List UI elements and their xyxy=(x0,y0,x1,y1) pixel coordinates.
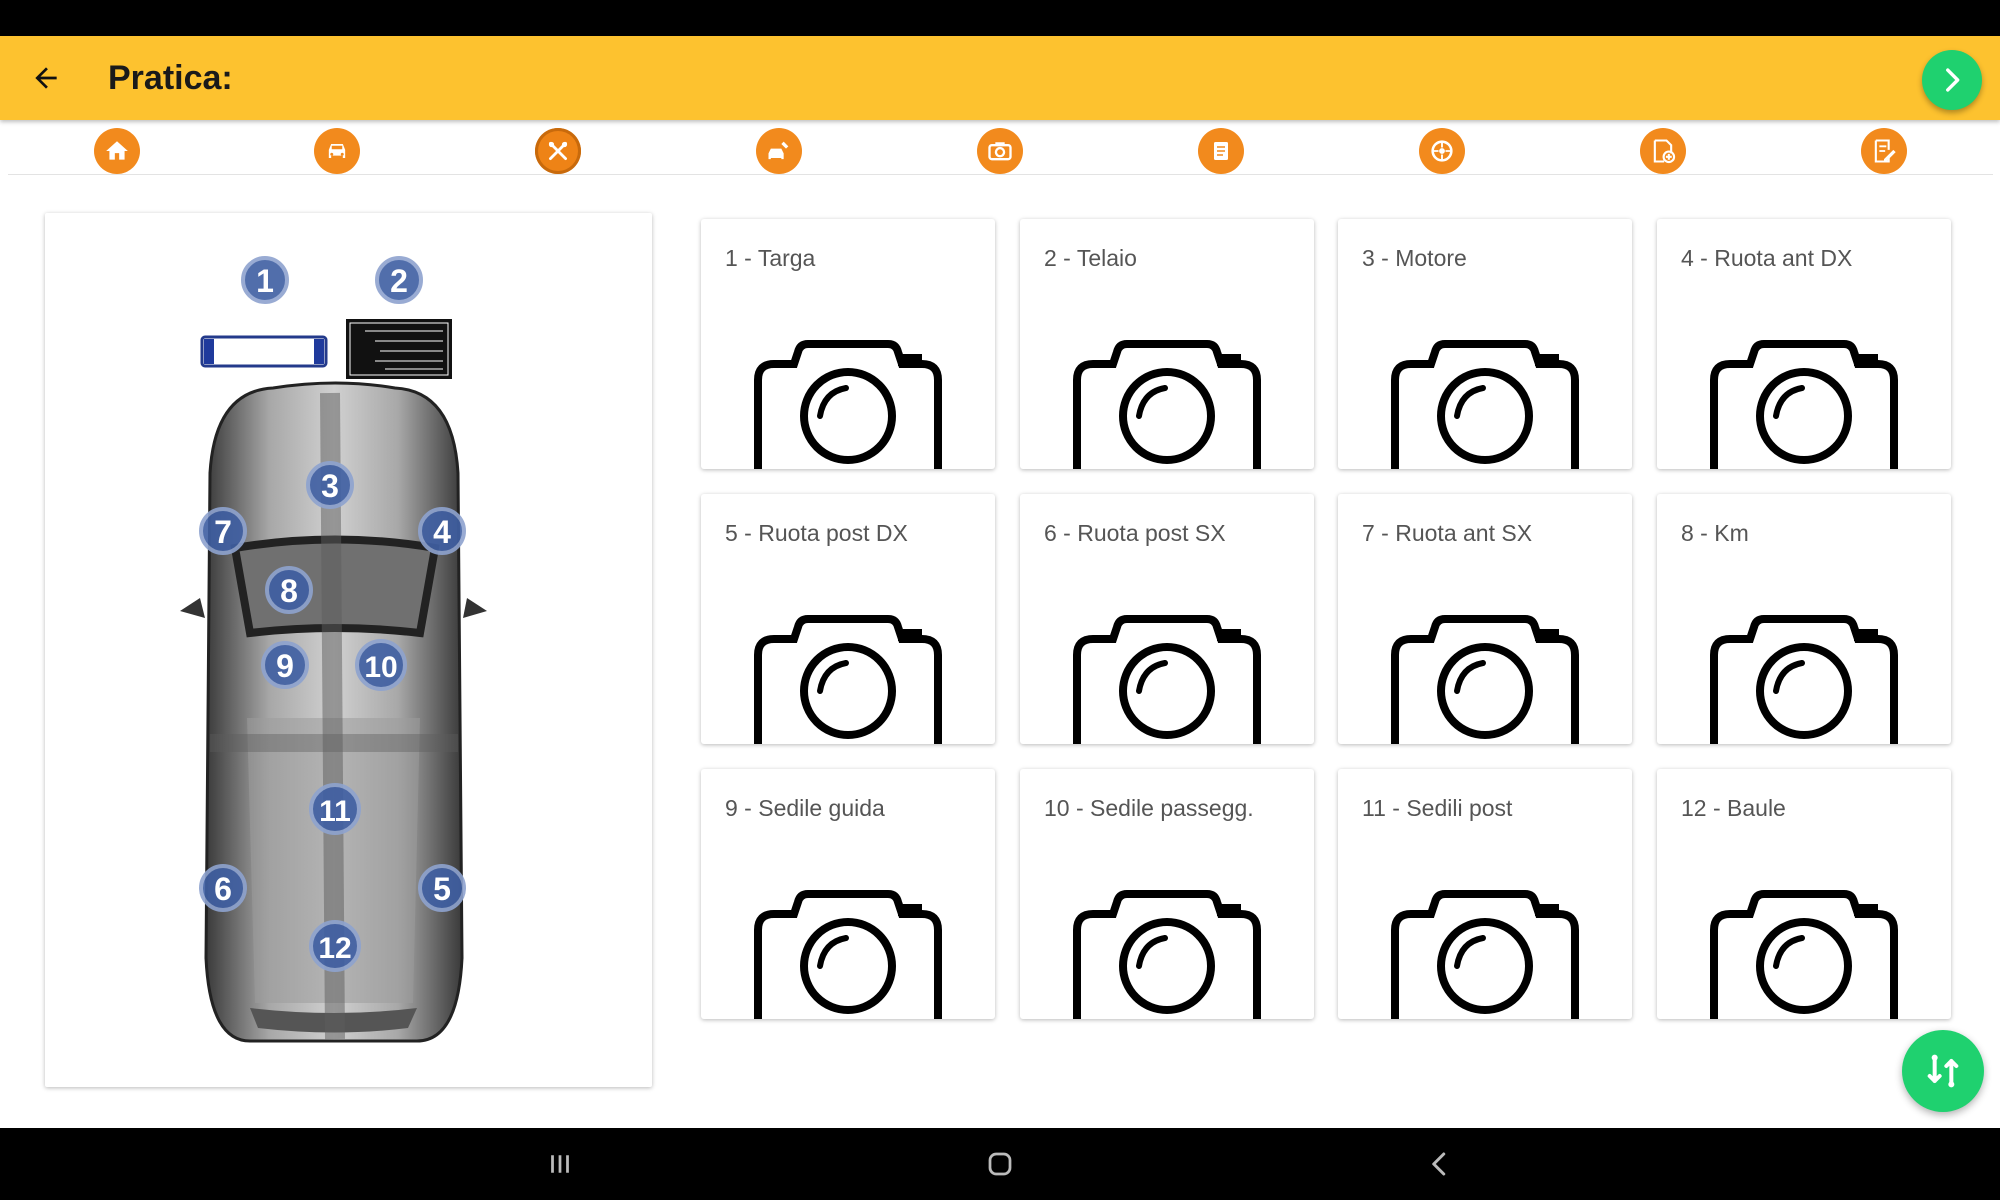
camera-icon xyxy=(1391,615,1579,744)
marker-11[interactable]: 11 xyxy=(309,783,361,835)
marker-7[interactable]: 7 xyxy=(199,507,247,555)
marker-2[interactable]: 2 xyxy=(375,256,423,304)
photo-card-sedile-passegg[interactable]: 10 - Sedile passegg. xyxy=(1020,769,1314,1019)
arrow-left-icon xyxy=(35,67,57,89)
photo-card-ruota-ant-dx[interactable]: 4 - Ruota ant DX xyxy=(1657,219,1951,469)
document-add-icon xyxy=(1653,139,1676,164)
nav-wheel[interactable] xyxy=(1419,128,1465,174)
camera-icon xyxy=(1073,615,1261,744)
marker-label: 8 xyxy=(280,573,298,609)
marker-1[interactable]: 1 xyxy=(241,256,289,304)
page-title: Pratica: xyxy=(108,59,233,97)
card-label: 2 - Telaio xyxy=(1044,245,1137,271)
marker-9[interactable]: 9 xyxy=(261,641,309,689)
card-label: 12 - Baule xyxy=(1681,795,1786,821)
marker-label: 12 xyxy=(318,932,351,965)
nav-vehicle[interactable] xyxy=(314,128,360,174)
camera-icon xyxy=(754,890,942,1019)
system-nav-bar xyxy=(0,1128,2000,1200)
system-back-icon xyxy=(1432,1152,1446,1176)
document-icon xyxy=(1214,142,1228,160)
card-label: 8 - Km xyxy=(1681,520,1749,546)
chevron-right-icon xyxy=(1946,68,1960,92)
recent-apps-icon xyxy=(551,1155,569,1173)
nav-home[interactable] xyxy=(94,128,140,174)
recent-apps-button[interactable] xyxy=(530,1142,590,1186)
nav-camera[interactable] xyxy=(977,128,1023,174)
marker-label: 6 xyxy=(214,871,232,907)
photo-card-km[interactable]: 8 - Km xyxy=(1657,494,1951,744)
photo-card-targa[interactable]: 1 - Targa xyxy=(701,219,995,469)
marker-label: 3 xyxy=(321,468,339,504)
marker-4[interactable]: 4 xyxy=(418,507,466,555)
camera-icon xyxy=(754,340,942,469)
photo-card-telaio[interactable]: 2 - Telaio xyxy=(1020,219,1314,469)
camera-icon xyxy=(1073,340,1261,469)
card-label: 4 - Ruota ant DX xyxy=(1681,245,1853,271)
camera-icon xyxy=(1391,890,1579,1019)
marker-label: 1 xyxy=(256,263,274,299)
marker-label: 2 xyxy=(390,263,408,299)
nav-car-service[interactable] xyxy=(756,128,802,174)
section-icon-bar xyxy=(8,120,1993,175)
vehicle-diagram: 1 2 3 4 5 6 7 8 9 10 11 12 xyxy=(180,256,487,1043)
photo-card-ruota-post-dx[interactable]: 5 - Ruota post DX xyxy=(701,494,995,744)
marker-6[interactable]: 6 xyxy=(199,864,247,912)
camera-icon xyxy=(754,615,942,744)
card-label: 10 - Sedile passegg. xyxy=(1044,795,1254,821)
nav-document-edit[interactable] xyxy=(1861,128,1907,174)
back-button[interactable] xyxy=(22,54,70,102)
marker-5[interactable]: 5 xyxy=(418,864,466,912)
document-edit-icon xyxy=(1874,139,1896,163)
nav-tools[interactable] xyxy=(535,128,581,174)
vehicle-diagram-panel: 1 2 3 4 5 6 7 8 9 10 11 12 xyxy=(45,213,652,1087)
marker-label: 5 xyxy=(433,871,451,907)
photo-card-sedile-guida[interactable]: 9 - Sedile guida xyxy=(701,769,995,1019)
photo-card-ruota-post-sx[interactable]: 6 - Ruota post SX xyxy=(1020,494,1314,744)
marker-10[interactable]: 10 xyxy=(355,639,407,691)
camera-icon xyxy=(1073,890,1261,1019)
card-label: 3 - Motore xyxy=(1362,245,1467,271)
card-label: 1 - Targa xyxy=(725,245,816,271)
back-system-button[interactable] xyxy=(1410,1142,1470,1186)
card-label: 9 - Sedile guida xyxy=(725,795,885,821)
vin-plate xyxy=(346,319,452,379)
camera-icon xyxy=(988,142,1012,161)
card-label: 5 - Ruota post DX xyxy=(725,520,908,546)
license-plate xyxy=(200,335,328,368)
photo-card-motore[interactable]: 3 - Motore xyxy=(1338,219,1632,469)
photo-card-sedili-post[interactable]: 11 - Sedili post xyxy=(1338,769,1632,1019)
marker-label: 10 xyxy=(364,651,397,684)
home-button-icon xyxy=(988,1152,1012,1176)
photo-card-ruota-ant-sx[interactable]: 7 - Ruota ant SX xyxy=(1338,494,1632,744)
camera-icon xyxy=(1710,340,1898,469)
status-bar xyxy=(0,0,2000,36)
car-icon xyxy=(328,144,346,158)
card-label: 7 - Ruota ant SX xyxy=(1362,520,1533,546)
card-label: 6 - Ruota post SX xyxy=(1044,520,1226,546)
swap-icon xyxy=(1927,1054,1959,1088)
car-service-icon xyxy=(768,141,789,160)
swap-button[interactable] xyxy=(1902,1030,1984,1112)
app-bar: Pratica: xyxy=(0,36,2000,120)
wheel-icon xyxy=(1431,140,1453,162)
home-icon xyxy=(106,141,128,160)
marker-12[interactable]: 12 xyxy=(309,920,361,972)
tools-icon xyxy=(548,141,568,160)
camera-icon xyxy=(1710,615,1898,744)
marker-label: 9 xyxy=(276,648,294,684)
nav-document-add[interactable] xyxy=(1640,128,1686,174)
marker-label: 11 xyxy=(319,795,351,828)
marker-label: 4 xyxy=(433,514,451,550)
nav-document[interactable] xyxy=(1198,128,1244,174)
marker-label: 7 xyxy=(214,514,232,550)
photo-card-baule[interactable]: 12 - Baule xyxy=(1657,769,1951,1019)
next-button[interactable] xyxy=(1922,50,1982,110)
marker-8[interactable]: 8 xyxy=(265,566,313,614)
camera-icon xyxy=(1391,340,1579,469)
marker-3[interactable]: 3 xyxy=(306,461,354,509)
home-system-button[interactable] xyxy=(970,1142,1030,1186)
card-label: 11 - Sedili post xyxy=(1362,795,1513,821)
camera-icon xyxy=(1710,890,1898,1019)
